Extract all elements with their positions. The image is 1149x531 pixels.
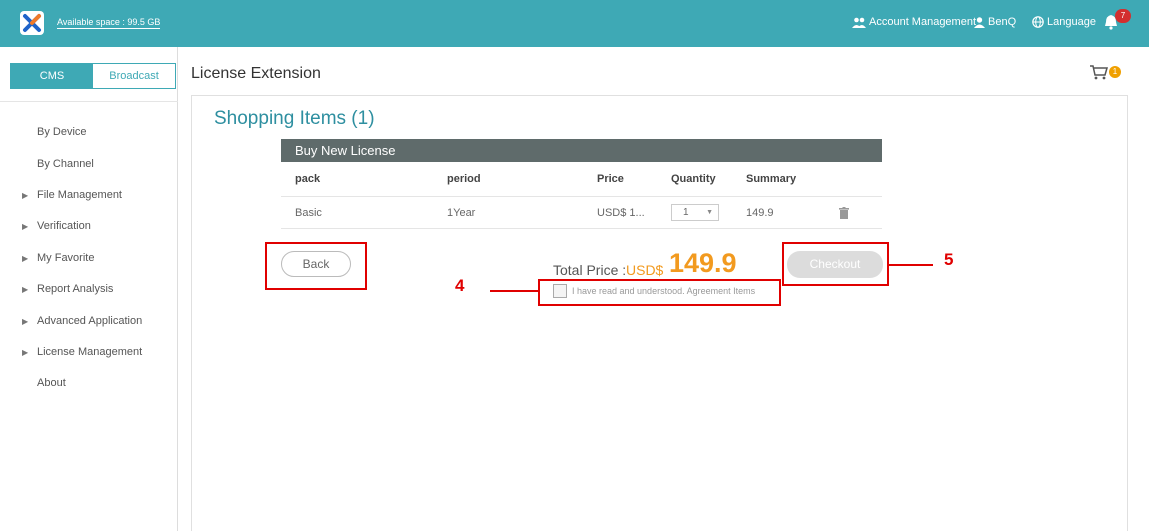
delete-item-button[interactable]: [839, 206, 849, 219]
shopping-items-title: Shopping Items (1): [214, 108, 375, 129]
sidebar-item-by-device[interactable]: By Device: [37, 126, 87, 138]
caret-right-icon: ▶: [22, 221, 29, 231]
notification-badge: 7: [1115, 9, 1131, 23]
sidebar-item-label: By Device: [37, 126, 87, 138]
user-menu[interactable]: BenQ: [974, 16, 1016, 28]
total-price-currency: USD$: [626, 262, 664, 278]
sidebar-item-label: About: [37, 377, 66, 389]
sidebar-item-about[interactable]: About: [37, 377, 66, 389]
caret-right-icon: ▶: [22, 190, 29, 200]
available-space-link[interactable]: Available space : 99.5 GB: [57, 17, 161, 29]
caret-right-icon: ▶: [22, 316, 29, 326]
sidebar-item-my-favorite[interactable]: ▶ My Favorite: [22, 252, 94, 264]
annotation-label-5: 5: [944, 250, 954, 269]
sidebar-item-label: License Management: [37, 346, 143, 358]
column-header-price: Price: [597, 173, 624, 185]
sidebar-item-report-analysis[interactable]: ▶ Report Analysis: [22, 283, 113, 295]
highlight-box-back: [265, 242, 367, 290]
account-management-link[interactable]: Account Management: [852, 16, 976, 28]
column-header-pack: pack: [295, 173, 321, 185]
cart-button[interactable]: [1090, 65, 1108, 85]
trash-icon: [839, 207, 849, 219]
sidebar-item-license-management[interactable]: ▶ License Management: [22, 346, 142, 358]
broadcast-tab[interactable]: Broadcast: [93, 64, 175, 88]
user-name: BenQ: [988, 16, 1017, 28]
cart-icon: [1090, 65, 1108, 80]
table-title-bar: Buy New License: [281, 139, 882, 162]
sidebar-item-label: By Channel: [37, 158, 94, 170]
total-price-label: Total Price :: [553, 262, 627, 278]
app-logo[interactable]: [20, 11, 44, 35]
sidebar-item-advanced-application[interactable]: ▶ Advanced Application: [22, 315, 142, 327]
cell-summary: 149.9: [746, 207, 774, 219]
globe-icon: [1032, 16, 1044, 28]
page-title: License Extension: [191, 65, 321, 82]
highlight-box-agreement: [538, 279, 781, 306]
sidebar-item-file-management[interactable]: ▶ File Management: [22, 189, 122, 201]
total-price-value: 149.9: [669, 248, 737, 278]
sidebar-item-by-channel[interactable]: By Channel: [37, 158, 94, 170]
sidebar-item-label: Report Analysis: [37, 283, 114, 295]
table-row-divider: [281, 228, 882, 229]
caret-right-icon: ▶: [22, 253, 29, 263]
sidebar-divider: [0, 101, 178, 102]
sidebar-item-label: Advanced Application: [37, 315, 143, 327]
annotation-line-5: [889, 264, 933, 266]
top-bar: Available space : 99.5 GB Account Manage…: [0, 0, 1149, 47]
chevron-down-icon: ▼: [706, 209, 713, 216]
cell-pack: Basic: [295, 207, 322, 219]
mode-switch: CMS Broadcast: [10, 63, 176, 89]
sidebar-item-verification[interactable]: ▶ Verification: [22, 220, 91, 232]
cell-price: USD$ 1...: [597, 207, 645, 219]
table-row-divider: [281, 196, 882, 197]
user-icon: [974, 16, 985, 28]
highlight-box-checkout: [782, 242, 889, 286]
caret-right-icon: ▶: [22, 347, 29, 357]
sidebar-item-label: Verification: [37, 220, 91, 232]
annotation-label-4: 4: [455, 276, 465, 295]
column-header-summary: Summary: [746, 173, 797, 185]
quantity-value: 1: [683, 207, 689, 218]
language-label: Language: [1047, 16, 1096, 28]
annotation-line-4: [490, 290, 538, 292]
language-menu[interactable]: Language: [1032, 16, 1096, 28]
column-header-quantity: Quantity: [671, 173, 716, 185]
users-icon: [852, 17, 866, 28]
cart-badge: 1: [1109, 66, 1121, 78]
quantity-select[interactable]: 1 ▼: [671, 204, 719, 221]
cms-tab[interactable]: CMS: [11, 64, 93, 88]
caret-right-icon: ▶: [22, 284, 29, 294]
sidebar-item-label: My Favorite: [37, 252, 95, 264]
sidebar-item-label: File Management: [37, 189, 122, 201]
column-header-period: period: [447, 173, 481, 185]
account-management-label: Account Management: [869, 16, 977, 28]
cell-period: 1Year: [447, 207, 476, 219]
